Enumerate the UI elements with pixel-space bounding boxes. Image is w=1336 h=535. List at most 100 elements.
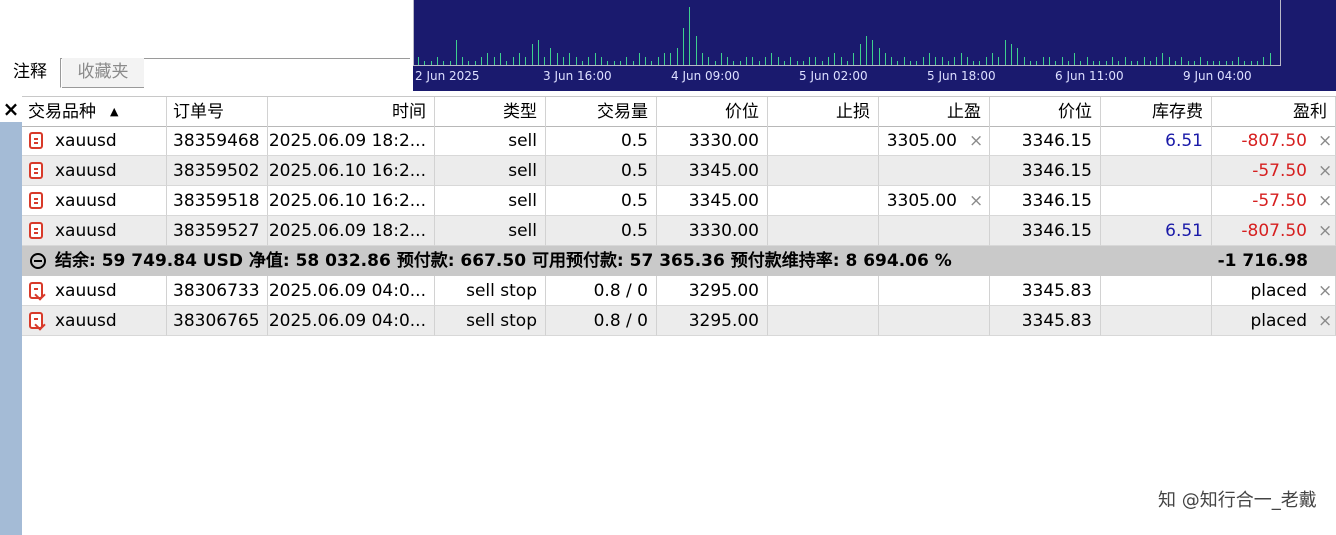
column-header-label: 盈利 [1293,102,1327,122]
close-icon[interactable]: × [0,96,22,122]
chart-price-scale [1281,0,1336,91]
symbol-label: xauusd [55,281,117,301]
symbol-label: xauusd [55,311,117,331]
pending-order-row[interactable]: xauusd 38306765 2025.06.09 04:0... sell sto… [22,306,1336,336]
swap-col [1101,186,1212,216]
column-header-label: 库存费 [1152,102,1203,122]
delete-order-icon[interactable]: × [1318,306,1332,336]
position-row[interactable]: xauusd 38359527 2025.06.09 18:2... sell 0.5 3… [22,216,1336,246]
sl-col [768,276,879,306]
symbol-label: xauusd [55,191,117,211]
position-icon [29,132,43,149]
column-header-label: 价位 [1058,102,1092,122]
volume-col: 0.5 [546,186,657,216]
price-col: 3345.00 [657,156,768,186]
column-header[interactable]: 时间 [268,97,435,127]
symbol-col: xauusd [22,186,167,216]
type-col: sell [435,156,546,186]
volume-col: 0.5 [546,216,657,246]
x-tick-label: 6 Jun 11:00 [1055,69,1124,83]
column-header-label: 订单号 [173,102,224,122]
volume-bars [418,7,1271,65]
sl-col [768,126,879,156]
current-price-col: 3345.83 [990,276,1101,306]
tab-notes[interactable]: 注释 [0,58,61,88]
tp-col[interactable] [879,156,990,186]
column-header[interactable]: 类型 [435,97,546,127]
volume-col: 0.5 [546,126,657,156]
column-header-label: 类型 [503,102,537,122]
symbol-col: xauusd [22,276,167,306]
current-price-col: 3345.83 [990,306,1101,336]
symbol-col: xauusd [22,156,167,186]
column-header[interactable]: 止盈 [879,97,990,127]
tab-favorites[interactable]: 收藏夹 [62,58,144,88]
time-col: 2025.06.09 04:0... [268,306,435,336]
x-tick-label: 5 Jun 02:00 [799,69,868,83]
symbol-col: xauusd [22,216,167,246]
column-header[interactable]: 库存费 [1101,97,1212,127]
x-tick-label: 5 Jun 18:00 [927,69,996,83]
column-header[interactable]: 交易品种 ▲ [22,97,167,127]
volume-chart[interactable]: 2 Jun 2025 3 Jun 16:00 4 Jun 09:00 5 Jun 02… [413,0,1281,91]
column-header[interactable]: 价位 [657,97,768,127]
volume-col: 0.5 [546,156,657,186]
tp-col [879,306,990,336]
position-row[interactable]: xauusd 38359502 2025.06.10 16:2... sell 0.5 3… [22,156,1336,186]
sl-col [768,186,879,216]
swap-col: 6.51 [1101,216,1212,246]
tp-col[interactable] [879,216,990,246]
pending-order-row[interactable]: xauusd 38306733 2025.06.09 04:0... sell sto… [22,276,1336,306]
sl-col [768,306,879,336]
remove-tp-icon[interactable]: × [969,186,983,216]
column-header[interactable]: 订单号 [167,97,268,127]
volume-col: 0.8 / 0 [546,306,657,336]
column-header[interactable]: 止损 [768,97,879,127]
position-icon [29,162,43,179]
position-row[interactable]: xauusd 38359468 2025.06.09 18:2... sell 0.5 3… [22,126,1336,156]
collapse-icon[interactable] [30,253,46,269]
delete-order-icon[interactable]: × [1318,276,1332,306]
current-price-col: 3346.15 [990,126,1101,156]
close-position-icon[interactable]: × [1318,156,1332,186]
swap-col [1101,156,1212,186]
total-profit: -1 716.98 [1217,251,1308,271]
column-header[interactable]: 价位 [990,97,1101,127]
price-col: 3295.00 [657,276,768,306]
symbol-label: xauusd [55,161,117,181]
type-col: sell stop [435,276,546,306]
time-col: 2025.06.10 16:2... [268,156,435,186]
order-col: 38359468 [167,126,268,156]
account-summary-row: 结余: 59 749.84 USD 净值: 58 032.86 预付款: 667… [22,246,1336,276]
close-position-icon[interactable]: × [1318,186,1332,216]
price-col: 3345.00 [657,186,768,216]
price-col: 3330.00 [657,126,768,156]
current-price-col: 3346.15 [990,156,1101,186]
type-col: sell stop [435,306,546,336]
order-col: 38359502 [167,156,268,186]
toolbox-sidebar [0,96,22,535]
column-header[interactable]: 盈利 [1212,97,1336,127]
column-header-label: 时间 [392,102,426,122]
symbol-label: xauusd [55,221,117,241]
pending-order-icon [29,312,43,329]
table-header: 交易品种 ▲ 订单号 时间 类型 交易量 价位 止损 止盈 价位 库存费 盈利 [22,96,1336,127]
position-row[interactable]: xauusd 38359518 2025.06.10 16:2... sell 0.5 3… [22,186,1336,216]
time-col: 2025.06.09 18:2... [268,216,435,246]
close-position-icon[interactable]: × [1318,216,1332,246]
remove-tp-icon[interactable]: × [969,126,983,156]
type-col: sell [435,216,546,246]
swap-col: 6.51 [1101,126,1212,156]
position-icon [29,192,43,209]
close-position-icon[interactable]: × [1318,126,1332,156]
order-col: 38359527 [167,216,268,246]
column-header[interactable]: 交易量 [546,97,657,127]
pending-order-icon [29,282,43,299]
x-tick-label: 9 Jun 04:00 [1183,69,1252,83]
column-header-label: 交易品种 [28,102,96,122]
order-col: 38359518 [167,186,268,216]
tp-col [879,276,990,306]
symbol-col: xauusd [22,306,167,336]
x-tick-label: 4 Jun 09:00 [671,69,740,83]
sl-col [768,156,879,186]
